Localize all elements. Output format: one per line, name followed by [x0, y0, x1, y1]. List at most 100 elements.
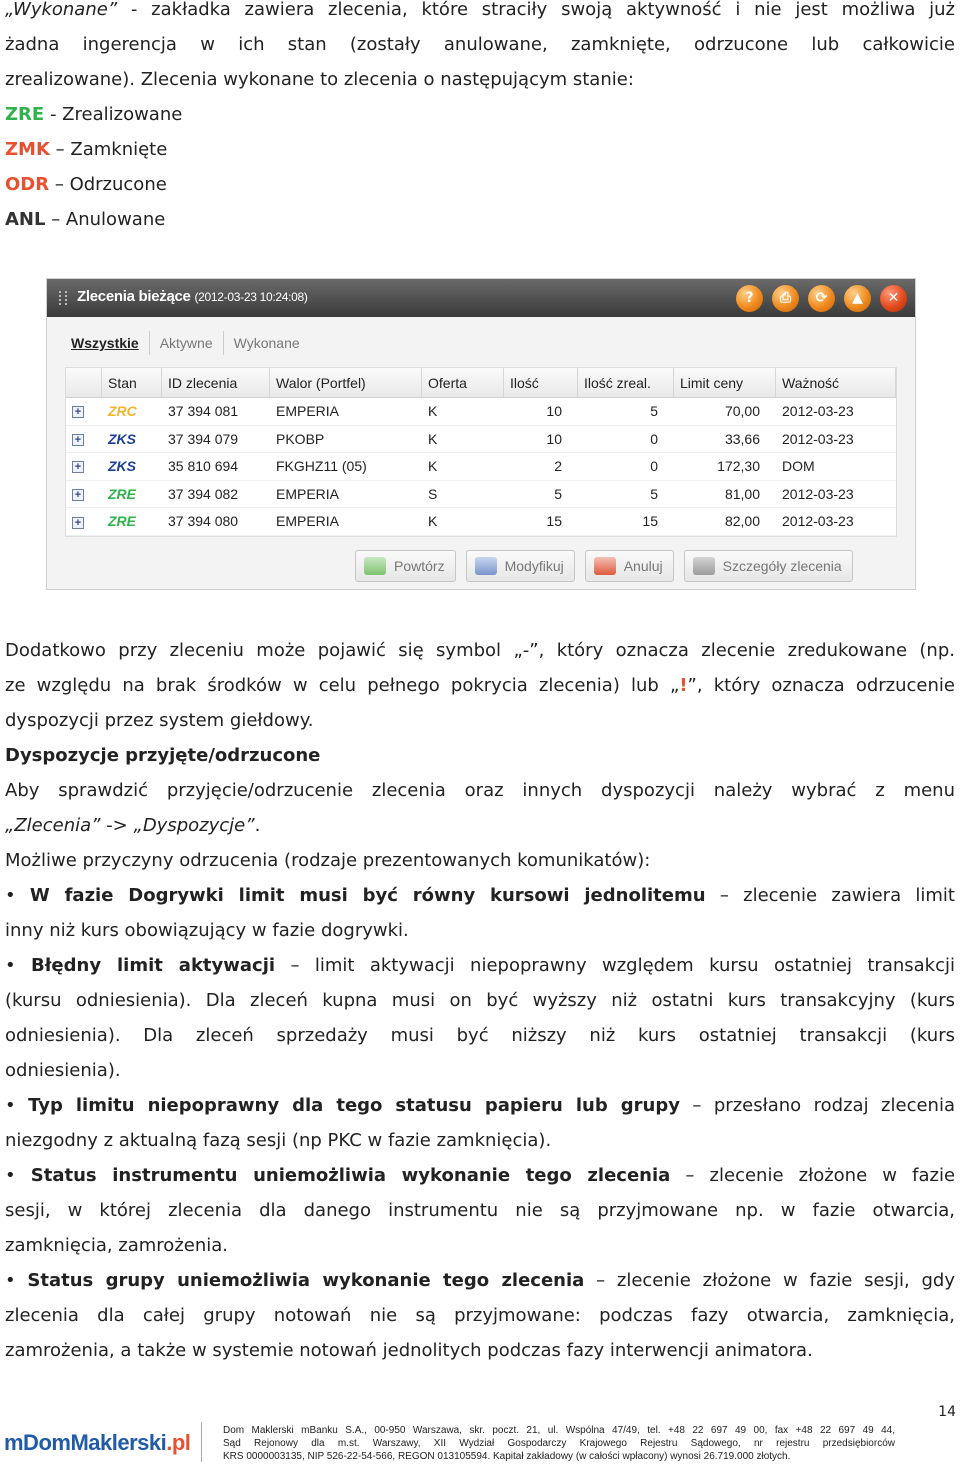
bullet-text: – przesłano rodzaj zlecenia [679, 1095, 955, 1116]
bullet-2-line-2: (kursu odniesienia). Dla zleceń kupna mu… [5, 990, 955, 1011]
row-waznosc: 2012-03-23 [782, 430, 854, 447]
menu-zlecenia: „Zlecenia” [5, 815, 101, 836]
row-waznosc: DOM [782, 458, 815, 475]
bullet-dot: • [5, 955, 32, 976]
status-code: ZRE [5, 104, 45, 125]
table-row[interactable]: + ZRC 37 394 081 EMPERIA K 10 5 70,00 20… [66, 398, 896, 426]
bullet-title: Błędny limit aktywacji [31, 955, 276, 976]
row-status: ZRE [108, 485, 136, 502]
bullet-4-line-3: zamknięcia, zamrożenia. [5, 1235, 229, 1256]
header-stan[interactable]: Stan [102, 368, 162, 397]
refresh-icon[interactable]: ⟳ [808, 285, 835, 312]
bullet-dot: • [5, 885, 30, 906]
bullet-title: Status grupy uniemożliwia wykonanie tego… [27, 1270, 585, 1291]
help-icon[interactable]: ? [736, 285, 763, 312]
row-ilosc: 2 [554, 458, 562, 475]
repeat-label: Powtórz [394, 558, 445, 574]
print-icon[interactable]: ⎙ [772, 285, 799, 312]
widget-titlebar: Zlecenia bieżące (2012-03-23 10:24:08) ?… [47, 279, 915, 317]
row-zreal: 0 [650, 430, 658, 447]
status-code: ANL [5, 209, 46, 230]
status-odr: ODR – Odrzucone [5, 172, 955, 198]
section-p1-line-2: „Zlecenia” -> „Dyspozycje”. [5, 813, 955, 839]
table-row[interactable]: + ZKS 37 394 079 PKOBP K 10 0 33,66 2012… [66, 426, 896, 454]
para2-text: ”, który oznacza odrzucenie [687, 675, 955, 696]
order-details-button[interactable]: Szczegóły zlecenia [683, 550, 853, 582]
status-sep: – [49, 174, 70, 195]
row-ilosc: 15 [546, 513, 562, 530]
header-waznosc[interactable]: Ważność [776, 368, 896, 397]
expand-plus-icon[interactable]: + [72, 433, 84, 446]
status-code: ODR [5, 174, 50, 195]
close-icon[interactable]: ✕ [880, 285, 907, 312]
row-id: 37 394 082 [168, 485, 239, 502]
row-zreal: 15 [642, 513, 658, 530]
status-code: ZMK [5, 139, 50, 160]
details-label: Szczegóły zlecenia [722, 558, 842, 574]
tab-wykonane[interactable]: Wykonane [224, 331, 310, 355]
header-ilosc[interactable]: Ilość [504, 368, 578, 397]
header-walor[interactable]: Walor (Portfel) [270, 368, 422, 397]
header-id[interactable]: ID zlecenia [162, 368, 270, 397]
logo-main: mDomMaklerski [4, 1430, 167, 1455]
header-ilosc-zreal[interactable]: Ilość zreal. [578, 368, 674, 397]
page-number: 14 [938, 1404, 956, 1420]
bullet-5-line-2: zlecenia dla całej grupy notowań nie są … [5, 1305, 955, 1326]
collapse-icon[interactable]: ▲ [844, 285, 871, 312]
orders-table: Stan ID zlecenia Walor (Portfel) Oferta … [65, 367, 897, 537]
header-limit[interactable]: Limit ceny [674, 368, 776, 397]
status-anl: ANL – Anulowane [5, 207, 955, 233]
status-sep: - [44, 104, 63, 125]
table-row[interactable]: + ZKS 35 810 694 FKGHZ11 (05) K 2 0 172,… [66, 453, 896, 481]
row-limit: 81,00 [724, 485, 760, 502]
status-zmk: ZMK – Zamknięte [5, 137, 955, 163]
row-status: ZRE [108, 513, 136, 530]
menu-period: . [254, 815, 261, 836]
row-status: ZKS [108, 430, 136, 447]
cancel-button[interactable]: Anuluj [584, 550, 674, 582]
bullet-text: – limit aktywacji niepoprawny względem k… [275, 955, 955, 976]
row-status: ZKS [108, 458, 136, 475]
bullet-4-line-2: sesji, w której zlecenia dla danego inst… [5, 1200, 955, 1221]
bullet-text: – zlecenie złożone w fazie sesji, gdy [584, 1270, 956, 1291]
bullet-1: • W fazie Dogrywki limit musi być równy … [5, 883, 955, 909]
bullet-text: – zlecenie złożone w fazie [670, 1165, 956, 1186]
expand-plus-icon[interactable]: + [72, 489, 84, 502]
tab-aktywne[interactable]: Aktywne [150, 331, 224, 355]
para2-text: ze względu na brak środków w celu pełneg… [5, 675, 680, 696]
details-icon [692, 557, 715, 575]
header-oferta[interactable]: Oferta [422, 368, 504, 397]
widget-title-text: Zlecenia bieżące [77, 288, 191, 305]
intro-text: - zakładka zawiera zlecenia, które strac… [117, 0, 955, 20]
expand-plus-icon[interactable]: + [72, 461, 84, 474]
row-walor: PKOBP [276, 430, 325, 447]
expand-plus-icon[interactable]: + [72, 406, 84, 419]
row-walor: EMPERIA [276, 485, 340, 502]
expand-plus-icon[interactable]: + [72, 516, 84, 529]
row-id: 37 394 081 [168, 403, 239, 419]
rejection-symbol: ! [679, 675, 688, 696]
header-expand [66, 368, 102, 397]
row-waznosc: 2012-03-23 [782, 403, 854, 419]
row-limit: 172,30 [717, 458, 760, 475]
table-row[interactable]: + ZRE 37 394 082 EMPERIA S 5 5 81,00 201… [66, 481, 896, 509]
status-label: Zamknięte [70, 139, 168, 160]
drag-grip-icon[interactable] [59, 291, 67, 305]
bullet-title: W fazie Dogrywki limit musi być równy ku… [29, 885, 706, 906]
modify-button[interactable]: Modyfikuj [465, 550, 575, 582]
bullet-1-line-2: inny niż kurs obowiązujący w fazie dogry… [5, 920, 409, 941]
intro-line-1: „Wykonane” - zakładka zawiera zlecenia, … [5, 0, 955, 23]
widget-title-buttons: ? ⎙ ⟳ ▲ ✕ [736, 285, 907, 312]
footer-line-3: KRS 0000003135, NIP 526-22-54-566, REGON… [223, 1451, 791, 1462]
intro-line-2: żadna ingerencja w ich stan (zostały anu… [5, 34, 955, 55]
para2-line-3: dyspozycji przez system giełdowy. [5, 710, 314, 731]
table-row[interactable]: + ZRE 37 394 080 EMPERIA K 15 15 82,00 2… [66, 508, 896, 536]
table-header: Stan ID zlecenia Walor (Portfel) Oferta … [66, 368, 896, 398]
tab-wszystkie[interactable]: Wszystkie [71, 331, 150, 355]
bullet-2-line-3: odniesienia). Dla zleceń sprzedaży musi … [5, 1025, 955, 1046]
repeat-button[interactable]: Powtórz [355, 550, 456, 582]
row-id: 37 394 079 [168, 430, 239, 447]
row-limit: 70,00 [724, 403, 760, 419]
widget-tabs: Wszystkie Aktywne Wykonane [71, 331, 310, 355]
cancel-icon [593, 557, 616, 575]
